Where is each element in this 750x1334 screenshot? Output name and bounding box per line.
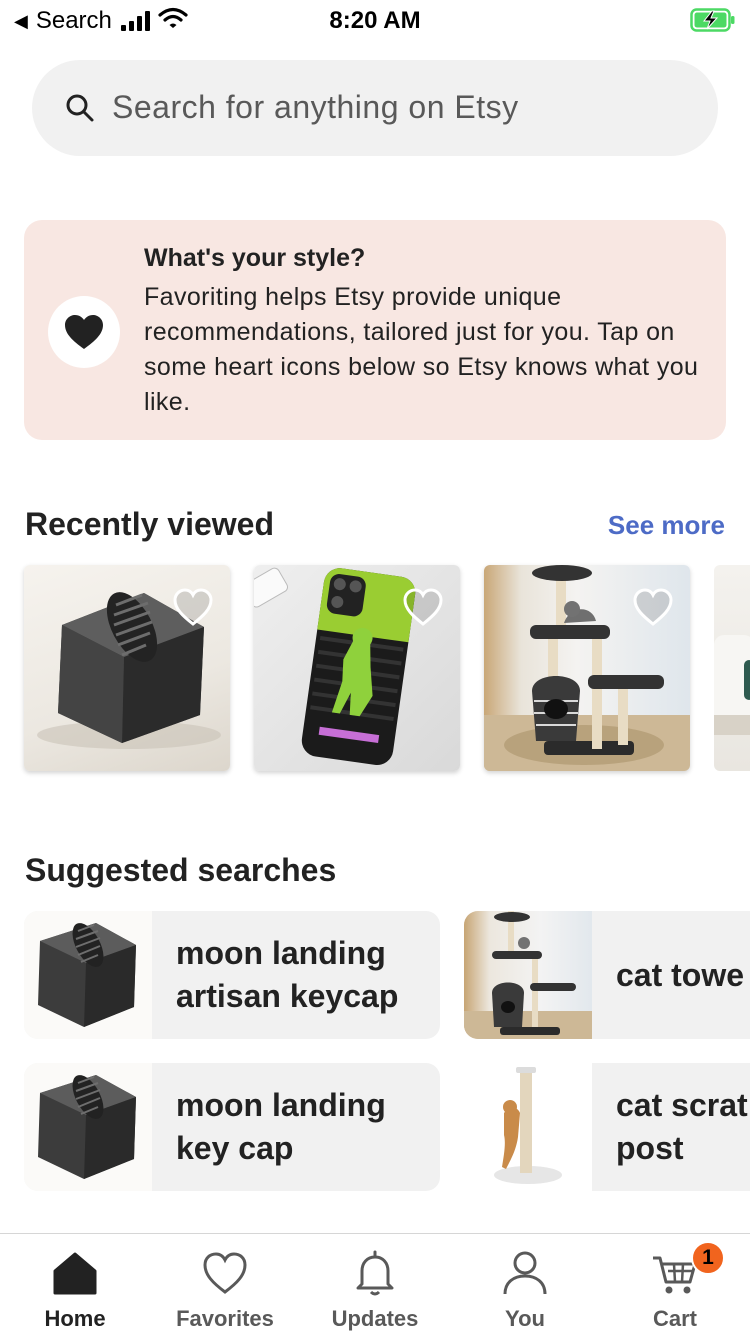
tab-cart-label: Cart (652, 1306, 697, 1331)
tab-updates[interactable]: Updates (300, 1234, 450, 1334)
tab-home-label: Home (44, 1306, 106, 1331)
favorite-heart-icon[interactable] (402, 587, 444, 629)
suggested-search-chip[interactable]: moon landing artisan keycap (24, 911, 440, 1039)
recently-viewed-title: Recently viewed (25, 506, 274, 542)
heart-badge (48, 296, 120, 368)
person-icon (503, 1251, 547, 1295)
heart-filled-icon (65, 315, 103, 349)
sofa-image (714, 635, 750, 735)
style-prompt-card: What's your style? Favoriting helps Etsy… (24, 220, 726, 440)
suggested-thumb (24, 1063, 152, 1191)
suggested-thumb (464, 1063, 592, 1191)
cat-tower-thumb-image (464, 911, 592, 1039)
tab-you-label: You (505, 1306, 545, 1331)
suggested-search-label: moon landing artisan keycap (176, 935, 399, 1014)
suggested-search-chip[interactable]: moon landing key cap (24, 1063, 440, 1191)
search-bar[interactable]: Search for anything on Etsy (32, 60, 718, 156)
tab-you[interactable]: You (450, 1234, 600, 1334)
suggested-search-label: cat towe (616, 957, 745, 993)
suggested-search-chip[interactable]: cat scrat post (464, 1063, 750, 1191)
favorite-heart-icon[interactable] (172, 587, 214, 629)
tab-home[interactable]: Home (0, 1234, 150, 1334)
suggested-search-label: cat scrat post (616, 1087, 748, 1166)
bell-icon (356, 1250, 394, 1296)
search-input[interactable]: Search for anything on Etsy (112, 89, 519, 126)
tab-favorites-label: Favorites (176, 1306, 274, 1331)
suggested-thumb (464, 911, 592, 1039)
bottom-tab-bar: Home Favorites Updates You 1 Cart (0, 1233, 750, 1334)
home-icon (53, 1252, 97, 1295)
keycap-thumb-image (38, 1075, 136, 1179)
status-bar: ◀ Search 8:20 AM (0, 0, 750, 42)
heart-icon (203, 1252, 247, 1294)
cat-scratch-post-thumb-image (494, 1067, 562, 1184)
tab-cart[interactable]: 1 Cart (600, 1234, 750, 1334)
style-prompt-title: What's your style? (144, 244, 366, 272)
recently-viewed-item-peek[interactable] (714, 565, 750, 771)
search-icon (66, 94, 94, 122)
tab-updates-label: Updates (331, 1306, 419, 1331)
suggested-search-chip[interactable]: cat towe (464, 911, 750, 1039)
keycap-thumb-image (38, 923, 136, 1027)
suggested-searches-title: Suggested searches (25, 852, 337, 888)
recently-viewed-item[interactable] (254, 565, 460, 771)
favorite-heart-icon[interactable] (632, 587, 674, 629)
tab-favorites[interactable]: Favorites (150, 1234, 300, 1334)
clock: 8:20 AM (329, 7, 421, 34)
recently-viewed-item[interactable] (24, 565, 230, 771)
style-prompt-body: Favoriting helps Etsy provide unique rec… (144, 283, 699, 416)
recently-viewed-item[interactable] (484, 565, 690, 771)
suggested-search-label: moon landing key cap (176, 1087, 386, 1166)
suggested-thumb (24, 911, 152, 1039)
see-more-link[interactable]: See more (608, 510, 725, 541)
battery-charging-icon (690, 8, 736, 37)
cart-count-badge: 1 (691, 1241, 725, 1275)
